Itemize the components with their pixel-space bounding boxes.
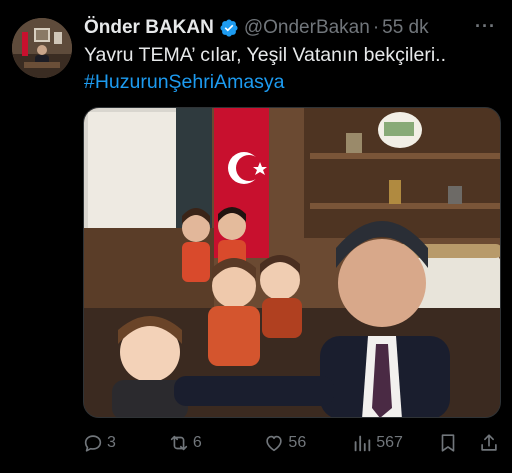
display-name[interactable]: Önder BAKAN	[84, 17, 214, 39]
bookmark-button[interactable]	[437, 432, 478, 454]
separator-dot: ·	[372, 17, 380, 38]
tweet-photo[interactable]	[83, 107, 501, 418]
tweet-text: Yavru TEMA’ cılar, Yeşil Vatanın bekçile…	[84, 42, 496, 96]
tweet-actions: 3 6 56 567	[82, 428, 500, 458]
reply-count: 3	[107, 434, 116, 451]
share-icon	[481, 434, 497, 451]
reply-button[interactable]: 3	[82, 432, 168, 454]
tweet-body: Yavru TEMA’ cılar, Yeşil Vatanın bekçile…	[84, 44, 446, 66]
share-button[interactable]	[478, 432, 500, 454]
tweet[interactable]: Önder BAKAN @OnderBakan · 55 dk ··· Yavr…	[0, 0, 512, 473]
hashtag-link[interactable]: #HuzurunŞehriAmasya	[84, 69, 496, 96]
like-count: 56	[288, 434, 307, 451]
tweet-header: Önder BAKAN @OnderBakan · 55 dk	[84, 14, 496, 42]
bookmark-icon	[441, 434, 455, 452]
user-handle[interactable]: @OnderBakan	[244, 17, 370, 39]
heart-icon	[266, 435, 283, 452]
views-count: 567	[376, 434, 403, 451]
like-button[interactable]: 56	[263, 432, 351, 454]
retweet-count: 6	[192, 434, 202, 451]
views-chart-icon	[354, 435, 371, 452]
tweet-timestamp[interactable]: 55 dk	[382, 17, 428, 39]
reply-icon	[84, 435, 102, 452]
avatar[interactable]	[12, 18, 72, 78]
retweet-button[interactable]: 6	[168, 432, 264, 454]
retweet-icon	[170, 435, 187, 451]
views-button[interactable]: 567	[351, 432, 437, 454]
verified-badge-icon	[220, 19, 238, 37]
more-options-icon[interactable]: ···	[475, 16, 496, 37]
